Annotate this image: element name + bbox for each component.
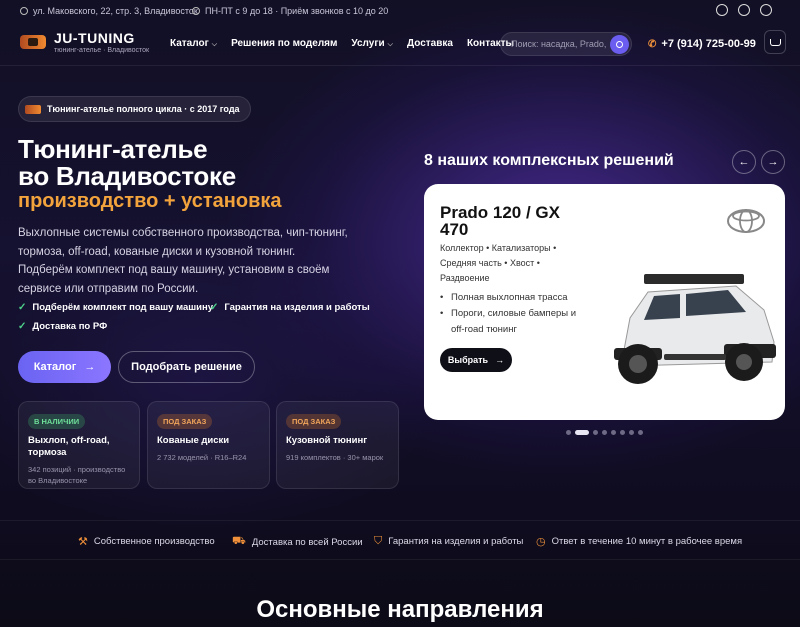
truck-icon: ⛟ <box>232 535 246 547</box>
hero-title-line2: во Владивостоке <box>18 161 236 191</box>
phone-icon: ✆ <box>648 38 657 50</box>
toyota-logo-icon <box>727 209 765 233</box>
check-item: ✓ Гарантия на изделия и работы <box>210 302 370 313</box>
logo-mark-icon <box>20 35 46 49</box>
category-card-instock[interactable]: В НАЛИЧИИ Выхлоп, off-road, тормоза 342 … <box>18 401 140 489</box>
logo[interactable]: JU-TUNING тюнинг-ателье · Владивосток <box>20 30 149 54</box>
slide-features: Коллектор • Катализаторы • Средняя часть… <box>440 243 557 283</box>
features-strip: ⚒ Собственное производство ⛟ Доставка по в… <box>0 520 800 560</box>
card-desc: 342 позиций · производство во Владивосто… <box>28 465 126 485</box>
pagination-dot[interactable] <box>638 430 643 435</box>
slider-next-button[interactable]: → <box>761 150 785 174</box>
logo-subtitle: тюнинг-ателье · Владивосток <box>54 47 150 54</box>
solution-slide: Prado 120 / GX 470 Коллектор • Катализат… <box>424 184 785 420</box>
slider-pagination <box>566 430 643 435</box>
hero-title: Тюнинг-ателье во Владивостоке <box>18 136 236 190</box>
hours-text: ПН-ПТ с 9 до 18 · Приём звонков с 10 до … <box>205 6 389 16</box>
address-text: ул. Маковского, 22, стр. 3, Владивосток <box>33 6 198 16</box>
location-pin-icon <box>20 7 28 15</box>
clock-icon: ◷ <box>536 536 546 548</box>
check-icon: ✓ <box>18 302 27 313</box>
hero-lead: Выхлопные системы собственного производс… <box>18 227 348 295</box>
choose-button[interactable]: Выбрать → <box>440 348 512 372</box>
status-badge: ПОД ЗАКАЗ <box>286 414 342 429</box>
slider-prev-button[interactable]: ← <box>732 150 756 174</box>
status-badge: В НАЛИЧИИ <box>28 414 86 429</box>
logo-name: JU-TUNING <box>54 30 135 46</box>
address-item: ул. Маковского, 22, стр. 3, Владивосток <box>20 6 198 16</box>
vk-icon[interactable] <box>760 4 772 16</box>
card-title: Кузовной тюнинг <box>286 435 368 446</box>
site-header: JU-TUNING тюнинг-ателье · Владивосток Ка… <box>0 22 800 66</box>
chevron-down-icon: ⌵ <box>211 41 218 48</box>
check-icon: ✓ <box>18 321 27 332</box>
feature-item: ⛉ Гарантия на изделия и работы <box>374 535 524 547</box>
nav-item-catalog[interactable]: Каталог ⌵ <box>170 38 217 49</box>
chevron-down-icon: ⌵ <box>387 41 393 48</box>
top-info-bar: ул. Маковского, 22, стр. 3, Владивосток … <box>0 0 800 22</box>
bullet-item: Пороги, силовые бамперы и off-road тюнин… <box>440 306 590 338</box>
check-icon: ✓ <box>210 302 219 313</box>
search-input[interactable] <box>511 39 607 49</box>
bullet-item: Полная выхлопная трасса <box>440 290 590 306</box>
search-icon <box>616 41 623 48</box>
search-box <box>500 32 632 56</box>
whatsapp-icon[interactable] <box>716 4 728 16</box>
phone-number: +7 (914) 725-00-99 <box>661 38 756 50</box>
feature-item: ◷ Ответ в течение 10 минут в рабочее врем… <box>536 536 743 548</box>
car-image <box>614 274 776 384</box>
hero-title-line1: Тюнинг-ателье <box>18 134 208 164</box>
card-desc: 2 732 моделей · R16–R24 <box>157 453 247 462</box>
pick-solution-button[interactable]: Подобрать решение <box>118 351 255 383</box>
category-card-body[interactable]: ПОД ЗАКАЗ Кузовной тюнинг 919 комплектов… <box>276 401 399 489</box>
slide-model: Prado 120 / GX 470 <box>440 203 560 239</box>
card-title: Выхлоп, off-road, тормоза <box>28 435 110 458</box>
card-title: Кованые диски <box>157 435 230 446</box>
slide-bullets: Полная выхлопная трасса Пороги, силовые … <box>440 290 590 338</box>
hours-item: ПН-ПТ с 9 до 18 · Приём звонков с 10 до … <box>192 6 388 16</box>
arrow-right-icon: → <box>495 355 505 365</box>
feature-item: ⛟ Доставка по всей России <box>232 535 363 548</box>
phone-link[interactable]: ✆ +7 (914) 725-00-99 <box>648 38 756 50</box>
feature-item: ⚒ Собственное производство <box>78 536 215 548</box>
pagination-dot[interactable] <box>602 430 607 435</box>
category-card-forged[interactable]: ПОД ЗАКАЗ Кованые диски 2 732 моделей · … <box>147 401 270 489</box>
shield-icon: ⛉ <box>374 535 383 547</box>
pagination-dot[interactable] <box>629 430 634 435</box>
hero-badge-text: Тюнинг-ателье полного цикла · с 2017 год… <box>47 104 240 114</box>
social-links <box>716 4 772 16</box>
nav-item-delivery[interactable]: Доставка <box>407 38 453 49</box>
pagination-dot-active[interactable] <box>575 430 589 435</box>
mini-logo-icon <box>25 104 41 114</box>
telegram-icon[interactable] <box>738 4 750 16</box>
cart-icon <box>770 39 781 46</box>
cart-button[interactable] <box>764 30 786 54</box>
search-button[interactable] <box>610 35 629 54</box>
pagination-dot[interactable] <box>611 430 616 435</box>
wrench-icon: ⚒ <box>78 536 88 548</box>
check-item: ✓ Подберём комплект под вашу машину <box>18 302 214 313</box>
nav-item-solutions[interactable]: Решения по моделям <box>231 38 337 49</box>
hero-badge: Тюнинг-ателье полного цикла · с 2017 год… <box>18 96 251 122</box>
status-badge: ПОД ЗАКАЗ <box>157 414 213 429</box>
pagination-dot[interactable] <box>620 430 625 435</box>
section-title: Основные направления <box>256 596 544 623</box>
arrow-right-icon: → <box>84 361 96 373</box>
nav-item-services[interactable]: Услуги ⌵ <box>351 38 393 49</box>
slider-title: 8 наших комплексных решений <box>424 152 674 169</box>
catalog-button[interactable]: Каталог → <box>18 351 111 383</box>
pagination-dot[interactable] <box>566 430 571 435</box>
clock-icon <box>192 7 200 15</box>
pagination-dot[interactable] <box>593 430 598 435</box>
main-nav: Каталог ⌵ Решения по моделям Услуги ⌵ Дост… <box>170 38 514 49</box>
check-item: ✓ Доставка по РФ <box>18 321 108 332</box>
card-desc: 919 комплектов · 30+ марок <box>286 453 384 462</box>
hero-title-accent: производство + установка <box>18 190 282 212</box>
